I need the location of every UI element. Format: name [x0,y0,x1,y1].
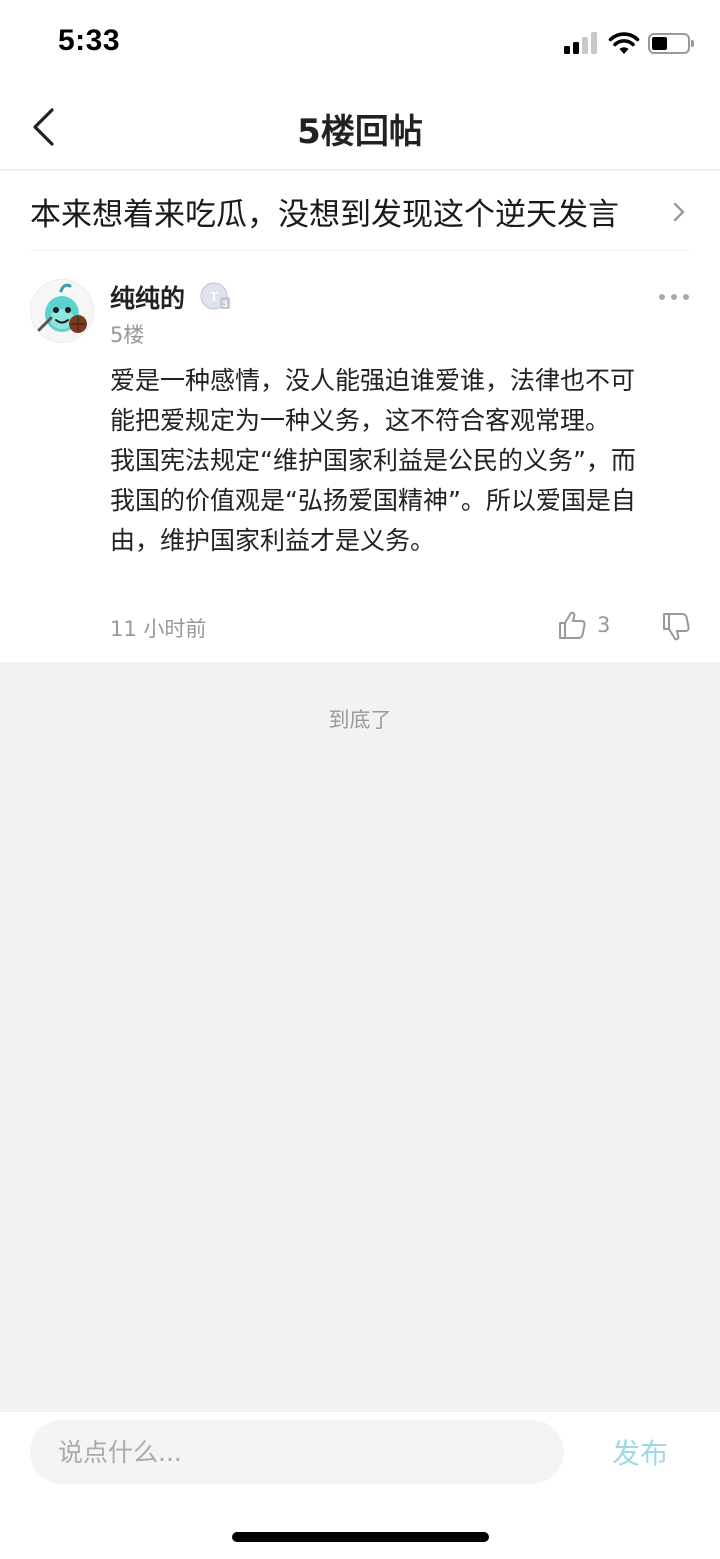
thumbs-up-icon [559,611,586,639]
status-bar: 5:33 [0,0,720,88]
post-content-line: 能把爱规定为一种义务，这不符合客观常理。 [110,406,611,435]
thread-title: 本来想着来吃瓜，没想到发现这个逆天发言 [30,197,619,233]
more-dots-icon[interactable] [658,287,690,307]
like-count: 3 [597,613,611,637]
nav-bar: 5楼回帖 [0,88,720,170]
page-title: 5楼回帖 [297,112,423,152]
publish-button[interactable]: 发布 [600,1432,680,1472]
thumbs-down-icon[interactable] [660,611,692,643]
home-indicator[interactable] [232,1532,489,1542]
username[interactable]: 纯纯的 [110,279,185,315]
battery-icon [648,33,694,54]
page: 5:33 5楼回帖 本来想着来吃瓜，没想到发现这个逆天发言 纯纯的 T 3 5楼… [0,0,720,1559]
end-of-list-text: 到底了 [328,708,392,732]
status-icons [564,30,694,58]
post-content: 爱是一种感情，没人能强迫谁爱谁，法律也不可 能把爱规定为一种义务，这不符合客观常… [110,361,692,561]
chevron-right-icon [673,202,685,222]
post-content-line: 爱是一种感情，没人能强迫谁爱谁，法律也不可 [110,366,636,395]
reply-post: 纯纯的 T 3 5楼 爱是一种感情，没人能强迫谁爱谁，法律也不可 能把爱规定为一… [0,251,720,662]
post-timestamp: 11 小时前 [110,617,207,641]
comment-input[interactable] [30,1420,564,1484]
avatar[interactable] [30,279,94,343]
post-content-line: 我国的价值观是“弘扬爱国精神”。所以爱国是自 [110,486,636,515]
wifi-icon [608,32,640,54]
floor-label: 5楼 [110,323,145,347]
signal-icon [564,30,600,56]
svg-text:T: T [210,289,218,304]
avatar-image [31,280,93,342]
post-content-line: 由，维护国家利益才是义务。 [110,526,436,555]
thread-title-link[interactable]: 本来想着来吃瓜，没想到发现这个逆天发言 [0,171,720,251]
status-time: 5:33 [58,24,121,57]
post-content-line: 我国宪法规定“维护国家利益是公民的义务”，而 [110,446,636,475]
level-badge-icon: T 3 [200,282,230,310]
like-button[interactable]: 3 [556,609,616,643]
svg-text:3: 3 [222,299,227,309]
